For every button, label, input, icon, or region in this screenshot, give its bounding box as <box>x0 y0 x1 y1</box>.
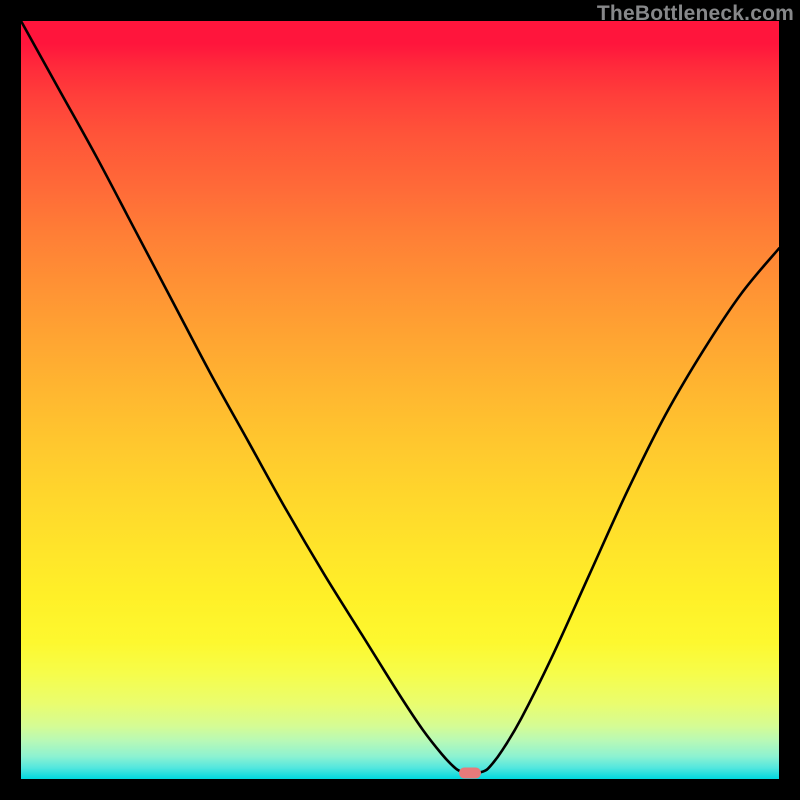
chart-frame: TheBottleneck.com <box>0 0 800 800</box>
chart-plot-area <box>21 21 779 779</box>
optimal-marker <box>459 767 481 778</box>
watermark-text: TheBottleneck.com <box>597 2 794 26</box>
bottleneck-curve <box>21 21 779 779</box>
